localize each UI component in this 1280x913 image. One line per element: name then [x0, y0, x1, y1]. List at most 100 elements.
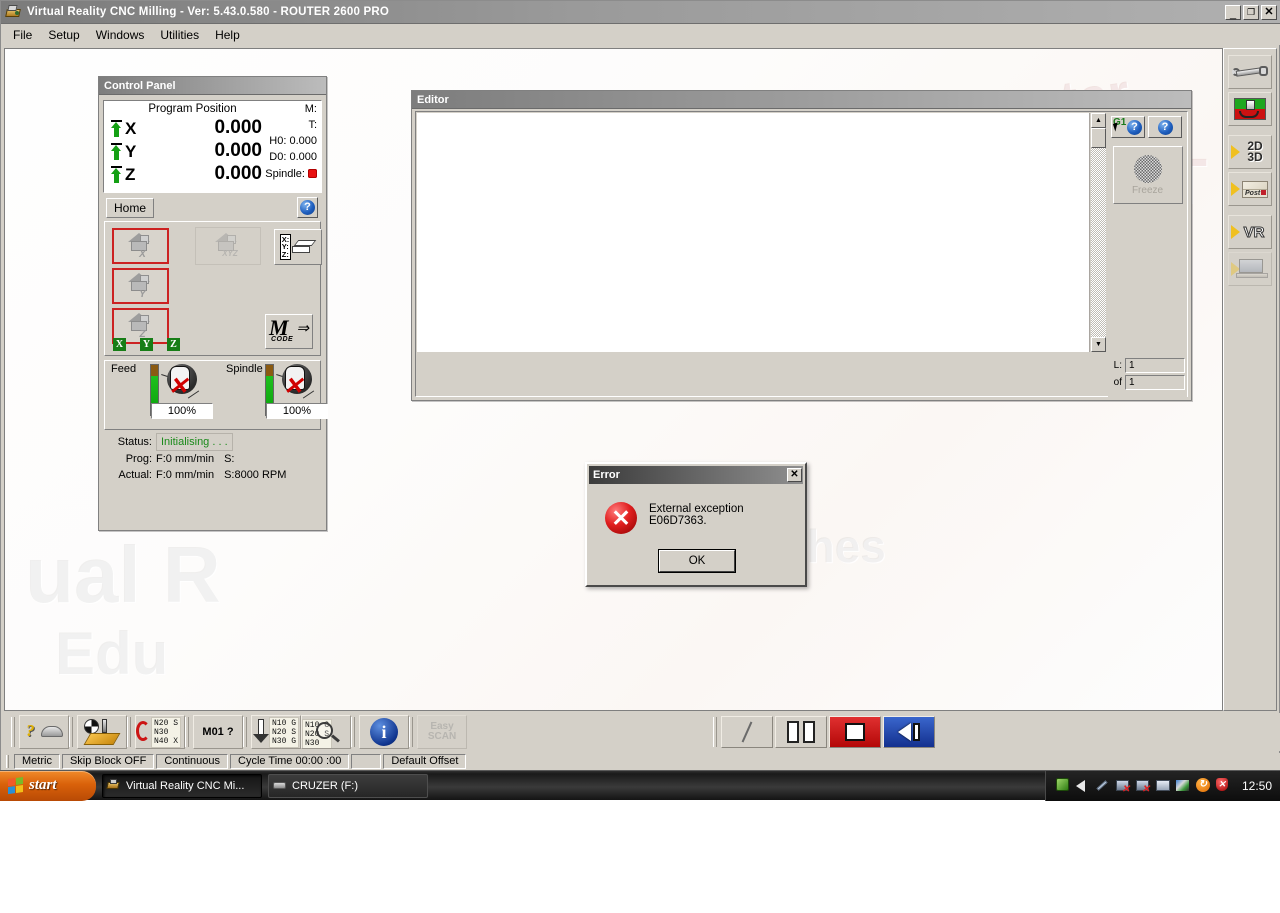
single-line-button[interactable]	[721, 716, 773, 748]
stop-button[interactable]	[829, 716, 881, 748]
gcode-help-button[interactable]: G1 ?	[1111, 116, 1145, 138]
block-step-button[interactable]: N10 G N20 S N30 G	[251, 715, 301, 749]
editor-side-panel: G1 ? ? Freeze	[1108, 113, 1187, 397]
info-icon: i	[370, 718, 398, 746]
home-x-button[interactable]: X	[112, 228, 169, 264]
toolbar-grip[interactable]	[713, 717, 717, 747]
mcode-button[interactable]: M CODE ⇒	[265, 314, 313, 349]
scrollbar-track[interactable]	[1091, 128, 1106, 337]
updater-icon[interactable]: ↻	[1195, 778, 1211, 793]
taskbar-item-cnc-milling[interactable]: Virtual Reality CNC Mi...	[102, 773, 262, 798]
start-button[interactable]: start	[0, 770, 96, 801]
tool-setup-button[interactable]	[1228, 92, 1272, 126]
scrollbar-thumb[interactable]	[1091, 128, 1106, 148]
language-flag-icon[interactable]	[1175, 778, 1191, 793]
taskbar: start Virtual Reality CNC Mi... CRUZER (…	[0, 770, 1280, 801]
toolbar-grip[interactable]	[409, 717, 413, 747]
menu-item-setup[interactable]: Setup	[40, 26, 87, 44]
window-controls: _ ❐ ✕	[1225, 4, 1280, 20]
toolbar-grip[interactable]	[185, 717, 189, 747]
error-close-button[interactable]: ✕	[787, 468, 802, 482]
actual-feed: F:0 mm/min	[156, 469, 215, 481]
toolbar-grip[interactable]	[351, 717, 355, 747]
toolbar-grip[interactable]	[69, 717, 73, 747]
slash-icon	[741, 721, 753, 743]
datum-setup-button[interactable]: X: Y: Z:	[274, 229, 322, 265]
editor-line-info: L: 1 of 1	[1108, 358, 1188, 392]
help-button[interactable]: ?	[297, 197, 318, 218]
error-dialog-title-bar: Error ✕	[589, 466, 803, 484]
rewind-button[interactable]	[883, 716, 935, 748]
close-icon: ✕	[1264, 5, 1274, 18]
program-loop-button[interactable]: N20 S N30 N40 X	[135, 715, 185, 749]
spindle-override-knob[interactable]: ✕	[276, 364, 316, 402]
safely-remove-hardware-icon[interactable]	[1055, 778, 1071, 793]
help-tool-icon: ?	[24, 720, 64, 744]
restore-button[interactable]: ❐	[1243, 4, 1259, 20]
security-shield-icon[interactable]: ✕	[1215, 778, 1231, 793]
menu-item-help[interactable]: Help	[207, 26, 248, 44]
editor-scrollbar[interactable]: ▲ ▼	[1091, 113, 1106, 352]
info-button[interactable]: i	[359, 715, 409, 749]
status-skip-block[interactable]: Skip Block OFF	[61, 754, 155, 769]
display-icon[interactable]	[1155, 778, 1171, 793]
windows-flag-icon	[8, 776, 24, 794]
help-tool-button[interactable]: ?	[19, 715, 69, 749]
play-triangle-icon	[1231, 225, 1240, 239]
editor-help-button[interactable]: ?	[1148, 116, 1182, 138]
ok-button[interactable]: OK	[658, 549, 736, 573]
home-buttons-panel: X Y Z XYZ X Y Z X: Y: Z: M CODE ⇒	[104, 221, 322, 356]
status-offset[interactable]: Default Offset	[383, 754, 467, 769]
status-cycle-time: Cycle Time 00:00 :00	[230, 754, 350, 769]
line-value: 1	[1125, 358, 1185, 373]
error-dialog-title: Error	[593, 469, 620, 481]
watermark-line-4: ual R	[25, 530, 221, 619]
control-panel-window: Control Panel Program Position X 0.000 Y…	[98, 76, 328, 531]
code-line: N30	[305, 739, 320, 748]
search-program-button[interactable]: N10 G N20 S N30	[301, 715, 351, 749]
toolbar-grip[interactable]	[243, 717, 247, 747]
application-icon	[5, 4, 23, 20]
line-key: L:	[1113, 360, 1122, 371]
home-all-axes-button[interactable]: XYZ	[195, 227, 261, 265]
vr-view-button[interactable]: VR	[1228, 215, 1272, 249]
editor-help-buttons: G1 ? ?	[1108, 113, 1187, 138]
monitor-icon	[1236, 259, 1270, 279]
taskbar-item-cruzer[interactable]: CRUZER (F:)	[268, 773, 428, 798]
view-2d-3d-button[interactable]: 2D 3D	[1228, 135, 1272, 169]
of-value: 1	[1125, 375, 1185, 390]
tab-home[interactable]: Home	[106, 198, 155, 218]
spanner-setup-button[interactable]	[1228, 55, 1272, 89]
machine-status-block: Status: Initialising . . . Prog: F:0 mm/…	[106, 433, 319, 483]
menu-item-utilities[interactable]: Utilities	[152, 26, 207, 44]
minimize-button[interactable]: _	[1225, 4, 1241, 20]
editor-text-area[interactable]	[417, 113, 1090, 352]
menu-item-windows[interactable]: Windows	[88, 26, 153, 44]
status-key: Status:	[117, 436, 152, 448]
status-spacer	[351, 754, 382, 769]
menu-item-file[interactable]: File	[5, 26, 40, 44]
stylus-icon[interactable]	[1096, 778, 1111, 793]
network-disconnected-2-icon[interactable]: ✕	[1135, 778, 1151, 795]
toolbar-grip[interactable]	[127, 717, 131, 747]
toolbar-grip[interactable]	[11, 717, 15, 747]
status-run-mode[interactable]: Continuous	[156, 754, 229, 769]
network-disconnected-icon[interactable]: ✕	[1115, 778, 1131, 795]
freeze-button[interactable]: Freeze	[1112, 146, 1183, 204]
close-button[interactable]: ✕	[1261, 4, 1277, 20]
feed-override-knob[interactable]: ✕	[161, 364, 201, 402]
volume-icon[interactable]	[1075, 778, 1091, 793]
watermark-line-5: Edu	[55, 620, 169, 687]
pause-button[interactable]	[775, 716, 827, 748]
axis-homed-flags: X Y Z	[113, 338, 180, 351]
home-y-button[interactable]: Y	[112, 268, 169, 304]
taskbar-clock[interactable]: 12:50	[1242, 779, 1272, 793]
tool-offsets-button[interactable]	[77, 715, 127, 749]
scroll-up-icon[interactable]: ▲	[1091, 113, 1106, 128]
bottom-toolbar-left-group: ? N20 S N30 N40 X M01 ? N10 G N20 S N30 …	[11, 715, 467, 749]
scroll-down-icon[interactable]: ▼	[1091, 337, 1106, 352]
home-axis-letter: Y	[139, 288, 146, 300]
m01-optional-stop-button[interactable]: M01 ?	[193, 715, 243, 749]
status-units[interactable]: Metric	[14, 754, 60, 769]
post-processor-button[interactable]: Post	[1228, 172, 1272, 206]
